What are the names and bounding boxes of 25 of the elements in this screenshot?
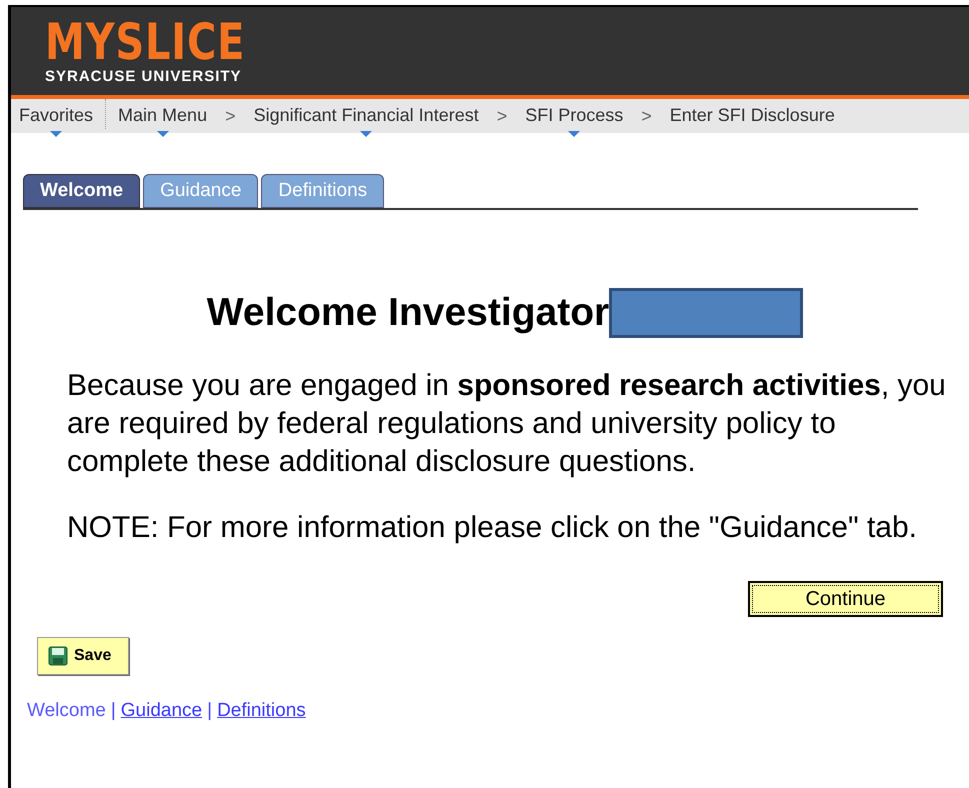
nav-menu-item[interactable]: Significant Financial Interest [254, 102, 479, 137]
dropdown-icon [156, 131, 169, 137]
intro-paragraph: NOTE: For more information please click on the "Guidance" tab. [67, 510, 918, 546]
nav-menu-item[interactable]: Enter SFI Disclosure [670, 102, 835, 137]
intro-paragraph: Because you are engaged in sponsored research activities, you are required by federal regulations and university policy to complete these additional disclosure questions. [67, 368, 947, 480]
dropdown-icon [568, 131, 580, 137]
breadcrumb-separator: > [225, 105, 236, 128]
page-link[interactable]: Definitions [217, 696, 306, 725]
page-link[interactable]: Welcome [27, 696, 106, 725]
welcome-heading: Welcome Investigator [206, 290, 610, 336]
logo-subtitle: SYRACUSE UNIVERSITY [45, 69, 243, 85]
tab[interactable]: Welcome [23, 174, 140, 208]
dropdown-icon [50, 131, 62, 137]
link-separator: | [110, 698, 116, 722]
link-separator: | [207, 698, 212, 722]
save-button[interactable]: Save [37, 636, 129, 674]
page-link[interactable]: Guidance [120, 696, 202, 725]
breadcrumb-separator: > [641, 105, 652, 128]
breadcrumb-separator: > [496, 105, 508, 128]
dropdown-icon [360, 131, 372, 137]
nav-menu-item[interactable]: Main Menu [118, 102, 208, 137]
nav-menu-item[interactable]: Favorites [19, 102, 94, 137]
nav-menu-item[interactable]: SFI Process [525, 102, 624, 137]
continue-button[interactable]: Continue [748, 580, 943, 616]
logo: MYSLICE [45, 17, 246, 67]
